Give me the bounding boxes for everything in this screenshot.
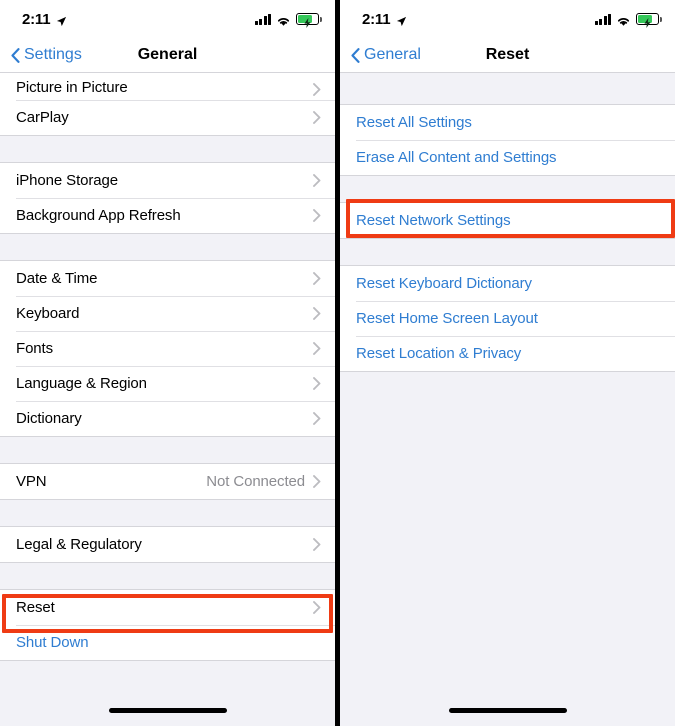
- list-item-label: Shut Down: [16, 634, 89, 651]
- list-item-label: Reset Location & Privacy: [356, 345, 522, 362]
- settings-group: Legal & Regulatory: [0, 526, 335, 563]
- settings-list-general[interactable]: Picture in Picture CarPlay iPhone Storag…: [0, 73, 335, 726]
- chevron-right-icon: [313, 342, 321, 355]
- group-spacer: [340, 176, 675, 202]
- group-spacer: [0, 234, 335, 260]
- chevron-right-icon: [313, 272, 321, 285]
- list-item-dictionary[interactable]: Dictionary: [0, 401, 335, 436]
- list-item-label: Erase All Content and Settings: [356, 149, 557, 166]
- phone-screen-reset: 2:11 General Reset Reset All Settings Er…: [340, 0, 675, 726]
- settings-group: Picture in Picture CarPlay: [0, 73, 335, 136]
- list-item-label: Reset: [16, 599, 55, 616]
- settings-group: Reset All Settings Erase All Content and…: [340, 104, 675, 176]
- wifi-icon: [616, 14, 631, 26]
- settings-list-reset[interactable]: Reset All Settings Erase All Content and…: [340, 73, 675, 726]
- back-button-settings[interactable]: Settings: [11, 46, 82, 64]
- list-item-keyboard[interactable]: Keyboard: [0, 296, 335, 331]
- list-item-language-and-region[interactable]: Language & Region: [0, 366, 335, 401]
- list-item-carplay[interactable]: CarPlay: [0, 100, 335, 135]
- group-spacer: [340, 239, 675, 265]
- home-indicator: [448, 708, 567, 713]
- list-item-legal-and-regulatory[interactable]: Legal & Regulatory: [0, 527, 335, 562]
- status-bar-left: 2:11: [362, 11, 407, 28]
- navigation-bar: Settings General: [0, 38, 335, 73]
- status-bar-clock: 2:11: [362, 10, 391, 28]
- list-item-reset-keyboard-dictionary[interactable]: Reset Keyboard Dictionary: [340, 266, 675, 301]
- settings-group: VPN Not Connected: [0, 463, 335, 500]
- location-arrow-icon: [396, 14, 407, 26]
- status-bar-right: [594, 13, 662, 28]
- list-item-label: Dictionary: [16, 410, 82, 427]
- chevron-right-icon: [313, 307, 321, 320]
- settings-group: Reset Shut Down: [0, 589, 335, 661]
- wifi-icon: [276, 14, 291, 26]
- chevron-right-icon: [313, 475, 321, 488]
- list-item-erase-all-content-and-settings[interactable]: Erase All Content and Settings: [340, 140, 675, 175]
- list-item-label: VPN: [16, 473, 47, 490]
- list-item-background-app-refresh[interactable]: Background App Refresh: [0, 198, 335, 233]
- status-bar-right: [254, 13, 322, 28]
- list-item-label: Reset Home Screen Layout: [356, 310, 538, 327]
- back-button-label: Settings: [24, 46, 82, 63]
- back-button-general[interactable]: General: [351, 46, 421, 64]
- battery-charging-icon: [636, 13, 662, 28]
- list-item-label: Legal & Regulatory: [16, 536, 142, 553]
- cellular-signal-icon: [594, 13, 611, 25]
- chevron-right-icon: [313, 412, 321, 425]
- dual-screenshot-container: 2:11 Settings General Picture in Picture…: [0, 0, 675, 726]
- chevron-right-icon: [313, 209, 321, 222]
- list-item-label: iPhone Storage: [16, 172, 119, 189]
- chevron-right-icon: [313, 174, 321, 187]
- list-item-label: Keyboard: [16, 305, 80, 322]
- list-item-label: Reset Keyboard Dictionary: [356, 275, 532, 292]
- status-bar-clock: 2:11: [22, 10, 51, 28]
- back-button-label: General: [364, 46, 421, 63]
- chevron-right-icon: [313, 83, 321, 96]
- list-item-reset-network-settings[interactable]: Reset Network Settings: [340, 203, 675, 238]
- list-item-label: Fonts: [16, 340, 54, 357]
- chevron-right-icon: [313, 538, 321, 551]
- group-spacer: [0, 500, 335, 526]
- settings-group: Reset Keyboard Dictionary Reset Home Scr…: [340, 265, 675, 372]
- chevron-left-icon: [11, 47, 20, 63]
- list-item-reset-location-and-privacy[interactable]: Reset Location & Privacy: [340, 336, 675, 371]
- chevron-right-icon: [313, 377, 321, 390]
- list-item-reset-home-screen-layout[interactable]: Reset Home Screen Layout: [340, 301, 675, 336]
- list-item-picture-in-picture[interactable]: Picture in Picture: [0, 73, 335, 100]
- cellular-signal-icon: [254, 13, 271, 25]
- chevron-right-icon: [313, 111, 321, 124]
- list-item-label: Background App Refresh: [16, 207, 181, 224]
- list-item-reset-all-settings[interactable]: Reset All Settings: [340, 105, 675, 140]
- list-item-label: Reset All Settings: [356, 114, 472, 131]
- battery-charging-icon: [296, 13, 322, 28]
- list-item-label: Reset Network Settings: [356, 212, 511, 229]
- list-item-vpn[interactable]: VPN Not Connected: [0, 464, 335, 499]
- list-item-fonts[interactable]: Fonts: [0, 331, 335, 366]
- navigation-bar: General Reset: [340, 38, 675, 73]
- settings-group: Date & Time Keyboard Fonts Language & Re…: [0, 260, 335, 437]
- list-item-label: Picture in Picture: [16, 79, 128, 96]
- home-indicator: [108, 708, 227, 713]
- list-item-date-and-time[interactable]: Date & Time: [0, 261, 335, 296]
- list-item-reset[interactable]: Reset: [0, 590, 335, 625]
- status-bar: 2:11: [340, 0, 675, 38]
- location-arrow-icon: [56, 14, 67, 26]
- phone-screen-general: 2:11 Settings General Picture in Picture…: [0, 0, 335, 726]
- list-item-label: CarPlay: [16, 109, 69, 126]
- settings-group: Reset Network Settings: [340, 202, 675, 239]
- list-item-label: Language & Region: [16, 375, 147, 392]
- chevron-left-icon: [351, 47, 360, 63]
- settings-group: iPhone Storage Background App Refresh: [0, 162, 335, 234]
- group-spacer: [0, 563, 335, 589]
- group-spacer: [0, 136, 335, 162]
- group-spacer: [0, 437, 335, 463]
- status-bar-left: 2:11: [22, 11, 67, 28]
- list-item-label: Date & Time: [16, 270, 98, 287]
- list-item-value: Not Connected: [206, 473, 305, 490]
- list-item-iphone-storage[interactable]: iPhone Storage: [0, 163, 335, 198]
- chevron-right-icon: [313, 601, 321, 614]
- status-bar: 2:11: [0, 0, 335, 38]
- list-item-shut-down[interactable]: Shut Down: [0, 625, 335, 660]
- group-spacer: [340, 73, 675, 104]
